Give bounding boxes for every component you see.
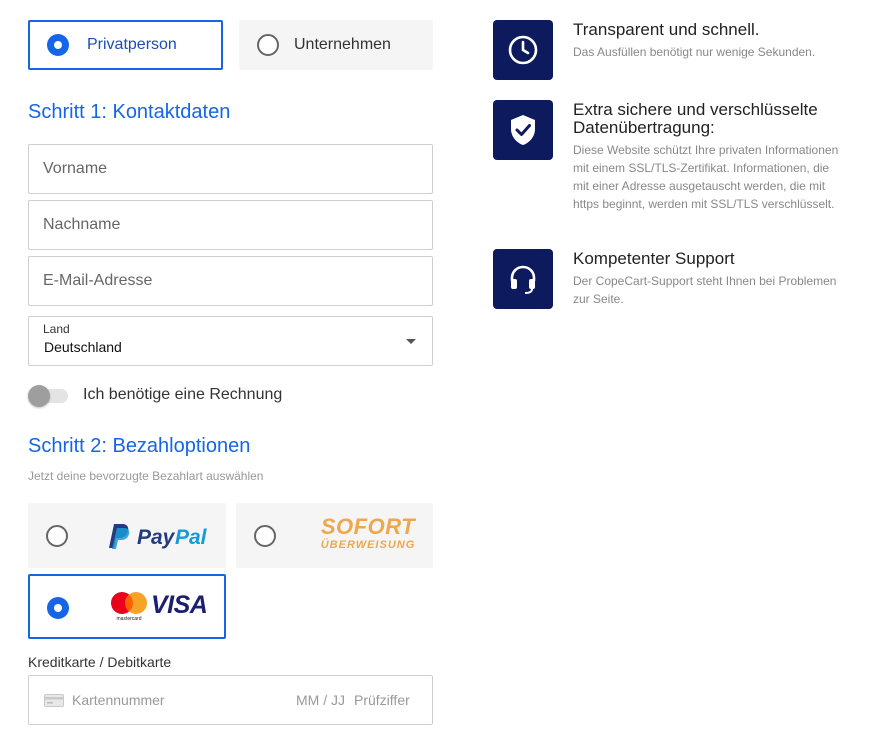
sofort-logo-top: SOFORT — [320, 514, 416, 539]
invoice-toggle-label: Ich benötige eine Rechnung — [83, 386, 283, 403]
radio-card[interactable] — [47, 597, 69, 619]
card-input-box — [28, 675, 433, 725]
clock-icon — [508, 35, 538, 65]
step2-title: Schritt 2: Bezahloptionen — [28, 435, 251, 457]
payment-option-paypal[interactable]: Pay Pal — [28, 503, 226, 568]
last-name-field[interactable] — [28, 200, 433, 250]
radio-privatperson[interactable] — [47, 34, 69, 56]
feature-title-security: Extra sichere und verschlüsselte Datenüb… — [573, 100, 818, 137]
svg-text:Pay: Pay — [137, 526, 176, 549]
option-unternehmen-label: Unternehmen — [294, 36, 391, 53]
card-number-input[interactable] — [72, 690, 272, 710]
chevron-down-icon — [406, 339, 416, 344]
cvc-input[interactable] — [354, 690, 424, 710]
mastercard-logo-text: mastercard — [116, 616, 142, 622]
payment-subtitle: Jetzt deine bevorzugte Bezahlart auswähl… — [28, 469, 264, 483]
svg-text:Pal: Pal — [175, 526, 208, 549]
first-name-field[interactable] — [28, 144, 433, 194]
feature-desc-support: Der CopeCart-Support steht Ihnen bei Pro… — [573, 274, 837, 306]
payment-option-sofort[interactable]: SOFORT ÜBERWEISUNG — [236, 503, 433, 568]
feature-headset-badge — [493, 249, 553, 309]
paypal-logo: Pay Pal — [109, 524, 208, 549]
headset-icon — [510, 265, 536, 294]
payment-option-card[interactable]: mastercard VISA — [28, 574, 226, 639]
feature-clock-badge — [493, 20, 553, 80]
country-select[interactable]: Land Deutschland — [28, 316, 433, 366]
toggle-knob — [28, 385, 50, 407]
email-field[interactable] — [28, 256, 433, 306]
country-value: Deutschland — [44, 339, 122, 355]
country-label: Land — [43, 322, 70, 336]
sofort-logo: SOFORT ÜBERWEISUNG — [318, 516, 418, 552]
feature-desc-speed: Das Ausfüllen benötigt nur wenige Sekund… — [573, 45, 816, 59]
visa-logo: VISA — [151, 591, 208, 619]
step1-title: Schritt 1: Kontaktdaten — [28, 101, 231, 123]
radio-paypal[interactable] — [46, 525, 68, 547]
option-unternehmen[interactable]: Unternehmen — [239, 20, 433, 70]
feature-shield-badge — [493, 100, 553, 160]
invoice-toggle[interactable] — [28, 384, 70, 408]
option-privatperson-label: Privatperson — [87, 36, 177, 53]
card-section-label: Kreditkarte / Debitkarte — [28, 654, 172, 670]
feature-title-speed: Transparent und schnell. — [573, 20, 760, 39]
expiry-input[interactable] — [296, 690, 350, 710]
feature-desc-security: Diese Website schützt Ihre privaten Info… — [573, 143, 839, 211]
feature-title-support: Kompetenter Support — [573, 249, 735, 268]
radio-unternehmen[interactable] — [257, 34, 279, 56]
radio-sofort[interactable] — [254, 525, 276, 547]
sofort-logo-bottom: ÜBERWEISUNG — [320, 539, 416, 551]
credit-card-icon — [44, 694, 64, 707]
shield-check-icon — [511, 115, 535, 145]
option-privatperson[interactable]: Privatperson — [28, 20, 223, 70]
